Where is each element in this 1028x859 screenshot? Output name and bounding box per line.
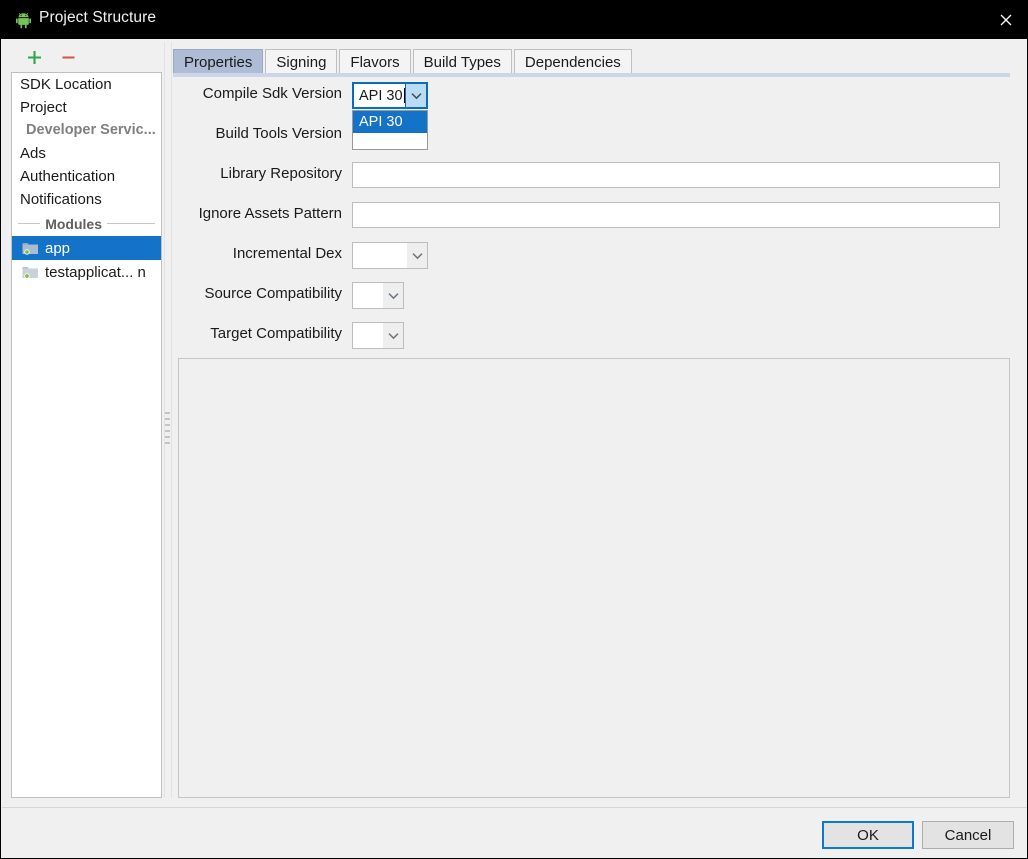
- minus-icon: [62, 55, 74, 59]
- module-label: app: [45, 239, 71, 257]
- title-bar: Project Structure: [1, 1, 1027, 39]
- sidebar-item-ads[interactable]: Ads: [12, 142, 161, 165]
- dropdown-option-api-30[interactable]: API 30: [353, 111, 427, 133]
- tab-bar: Properties Signing Flavors Build Types D…: [173, 47, 634, 75]
- separator-line-left: [18, 223, 41, 224]
- chevron-down-icon[interactable]: [383, 283, 403, 308]
- tab-flavors[interactable]: Flavors: [339, 49, 411, 75]
- sidebar-item-project[interactable]: Project: [12, 96, 161, 119]
- chevron-down-icon[interactable]: [405, 84, 426, 107]
- sidebar-module-app[interactable]: app: [12, 236, 161, 260]
- sidebar-module-testapplication[interactable]: testapplicat... n: [12, 260, 161, 284]
- tab-build-types[interactable]: Build Types: [412, 49, 512, 75]
- field-library-repository: [352, 162, 1000, 188]
- sidebar-item-developer-services[interactable]: Developer Servic...: [12, 119, 161, 142]
- incremental-dex-combo[interactable]: [352, 242, 428, 269]
- form-row-ignore-assets-pattern: Ignore Assets Pattern: [173, 202, 1010, 232]
- form-row-target-compatibility: Target Compatibility: [173, 322, 1010, 352]
- tab-dependencies[interactable]: Dependencies: [513, 49, 632, 75]
- splitter-grip[interactable]: [165, 412, 170, 444]
- form-row-compile-sdk-version: Compile Sdk Version API 30 API 30: [173, 82, 1010, 150]
- close-icon[interactable]: [983, 1, 1027, 39]
- field-compile-sdk-version: API 30: [352, 82, 428, 109]
- field-source-compatibility: [352, 282, 404, 309]
- window-title: Project Structure: [39, 9, 157, 26]
- label-source-compatibility: Source Compatibility: [204, 285, 342, 302]
- form-row-library-repository: Library Repository: [173, 162, 1010, 192]
- compile-sdk-version-combo[interactable]: API 30: [352, 82, 428, 109]
- label-ignore-assets-pattern: Ignore Assets Pattern: [198, 205, 342, 222]
- chevron-down-icon[interactable]: [407, 243, 427, 268]
- label-target-compatibility: Target Compatibility: [210, 325, 342, 342]
- module-label: testapplicat... n: [45, 263, 146, 281]
- cancel-button[interactable]: Cancel: [922, 821, 1014, 849]
- project-structure-dialog: Project Structure SDK Location Project D…: [0, 0, 1028, 859]
- tab-properties[interactable]: Properties: [173, 49, 264, 75]
- sidebar: SDK Location Project Developer Servic...…: [11, 42, 163, 798]
- dialog-body: SDK Location Project Developer Servic...…: [2, 39, 1027, 806]
- tab-underline: [173, 73, 1010, 77]
- android-robot-icon: [15, 12, 32, 29]
- sidebar-item-sdk-location[interactable]: SDK Location: [12, 73, 161, 96]
- sidebar-item-notifications[interactable]: Notifications: [12, 188, 161, 211]
- pane-splitter[interactable]: [163, 42, 173, 798]
- add-module-button[interactable]: [21, 44, 47, 70]
- label-compile-sdk-version: Compile Sdk Version: [202, 85, 342, 102]
- form-row-incremental-dex: Incremental Dex: [173, 242, 1010, 272]
- ok-button[interactable]: OK: [822, 821, 914, 849]
- source-compatibility-combo[interactable]: [352, 282, 404, 309]
- form-row-build-tools-version: Build Tools Version: [173, 122, 1010, 152]
- splitter-line: [171, 42, 172, 798]
- properties-form: Compile Sdk Version API 30 API 30 Build …: [173, 82, 1010, 362]
- library-repository-input[interactable]: [352, 162, 1000, 188]
- modules-separator-label: Modules: [45, 215, 102, 232]
- separator-line-right: [107, 223, 155, 224]
- target-compatibility-combo[interactable]: [352, 322, 404, 349]
- tab-signing[interactable]: Signing: [265, 49, 338, 75]
- dropdown-empty-space: [353, 133, 427, 149]
- compile-sdk-version-value: API 30: [359, 87, 403, 104]
- label-build-tools-version: Build Tools Version: [215, 125, 342, 142]
- main-panel: Properties Signing Flavors Build Types D…: [173, 42, 1018, 798]
- sidebar-tree[interactable]: SDK Location Project Developer Servic...…: [11, 72, 162, 798]
- text-caret: [404, 88, 405, 103]
- sidebar-toolbar: [11, 42, 163, 72]
- folder-icon: [22, 267, 38, 279]
- plus-icon: [27, 50, 41, 64]
- ignore-assets-pattern-input[interactable]: [352, 202, 1000, 228]
- label-incremental-dex: Incremental Dex: [232, 245, 342, 262]
- chevron-down-icon[interactable]: [383, 323, 403, 348]
- properties-detail-panel: [178, 358, 1010, 798]
- sidebar-item-authentication[interactable]: Authentication: [12, 165, 161, 188]
- dialog-footer: OK Cancel: [2, 807, 1027, 858]
- folder-icon: [22, 243, 38, 255]
- remove-module-button[interactable]: [55, 44, 81, 70]
- form-row-source-compatibility: Source Compatibility: [173, 282, 1010, 312]
- field-target-compatibility: [352, 322, 404, 349]
- label-library-repository: Library Repository: [220, 165, 342, 182]
- field-incremental-dex: [352, 242, 428, 269]
- modules-separator: Modules: [12, 211, 161, 236]
- field-ignore-assets-pattern: [352, 202, 1000, 228]
- compile-sdk-version-dropdown-list[interactable]: API 30: [352, 110, 428, 150]
